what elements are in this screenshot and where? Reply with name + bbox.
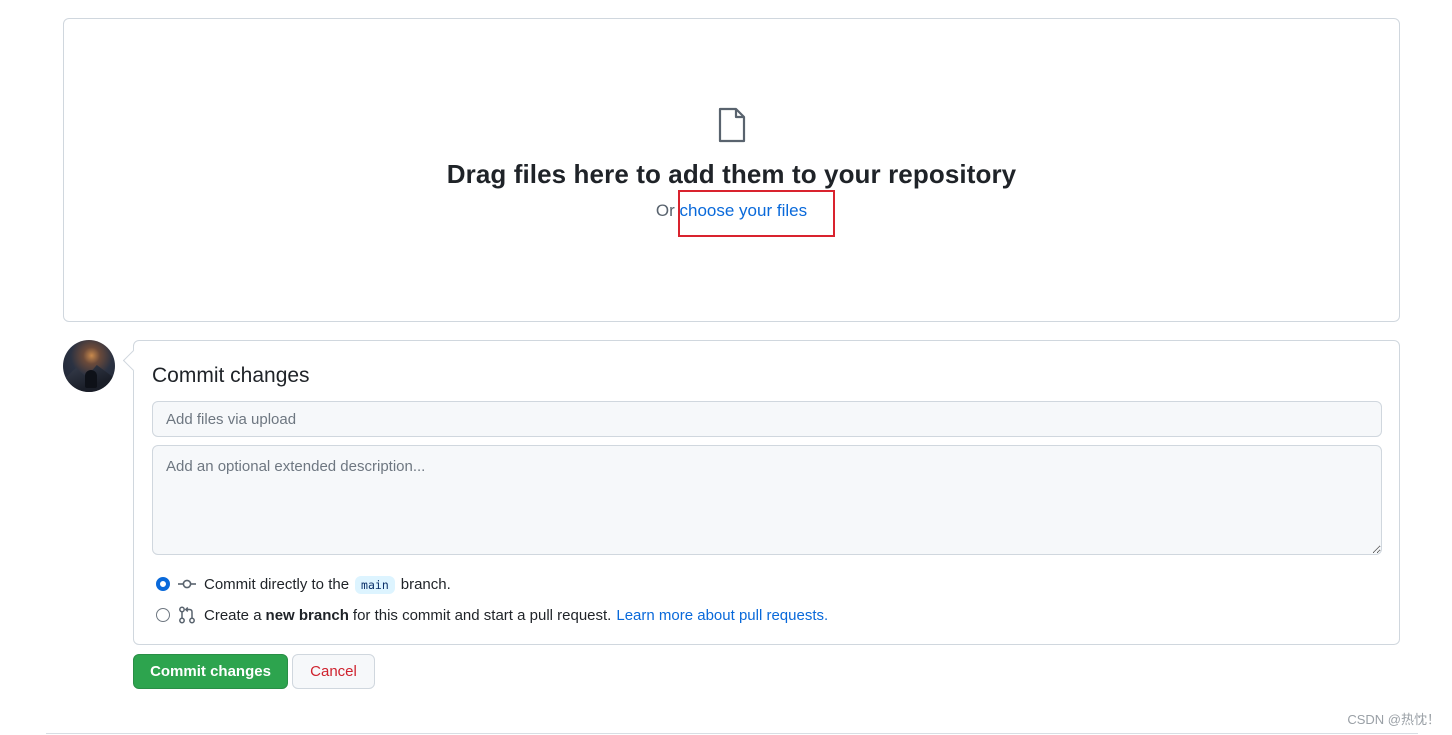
file-icon bbox=[718, 107, 746, 143]
file-drop-zone[interactable]: Drag files here to add them to your repo… bbox=[63, 18, 1400, 322]
avatar[interactable] bbox=[63, 340, 115, 392]
choose-files-link[interactable]: choose your files bbox=[680, 201, 808, 220]
new-branch-prefix: Create a bbox=[204, 606, 262, 624]
branch-name-badge: main bbox=[355, 576, 395, 594]
new-branch-radio[interactable] bbox=[156, 608, 170, 622]
git-pull-request-icon bbox=[179, 606, 195, 624]
commit-direct-radio[interactable] bbox=[156, 577, 170, 591]
git-commit-icon bbox=[178, 579, 196, 589]
or-text: Or bbox=[655, 201, 680, 220]
drop-zone-title: Drag files here to add them to your repo… bbox=[446, 159, 1017, 189]
new-branch-emphasis: new branch bbox=[265, 606, 349, 624]
commit-summary-input[interactable] bbox=[152, 401, 1382, 437]
learn-more-pull-requests-link[interactable]: Learn more about pull requests. bbox=[616, 607, 828, 624]
watermark: CSDN @热忱！ bbox=[1347, 712, 1440, 727]
commit-form-title: Commit changes bbox=[152, 364, 310, 387]
commit-direct-suffix: branch. bbox=[400, 575, 451, 593]
cancel-button[interactable]: Cancel bbox=[292, 654, 375, 689]
drop-zone-subtitle: Or choose your files bbox=[64, 201, 1399, 221]
commit-changes-button[interactable]: Commit changes bbox=[133, 654, 288, 689]
footer-divider bbox=[46, 733, 1418, 734]
commit-direct-option[interactable]: Commit directly to the main branch. bbox=[156, 574, 451, 594]
new-branch-suffix: for this commit and start a pull request… bbox=[352, 606, 612, 624]
commit-form: Commit changes Commit directly to the ma… bbox=[133, 340, 1400, 645]
commit-description-input[interactable] bbox=[152, 445, 1382, 555]
new-branch-option[interactable]: Create a new branch for this commit and … bbox=[156, 606, 828, 624]
commit-direct-prefix: Commit directly to the bbox=[204, 575, 350, 593]
